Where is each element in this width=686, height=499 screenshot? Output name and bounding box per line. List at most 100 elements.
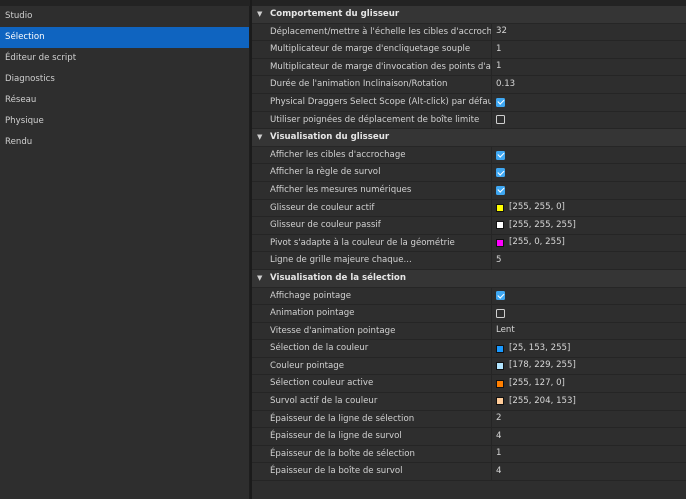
sidebar-item-editeur-de-script[interactable]: Éditeur de script [0,48,249,69]
color-swatch[interactable] [496,239,504,248]
setting-checkbox[interactable] [496,168,505,178]
setting-row-glisseur-de-couleur-passif: Glisseur de couleur passif [255, 255, 255… [252,217,686,235]
setting-row-deplacement-mettre-a-l-echelle-les-cible: Déplacement/mettre à l'échelle les cible… [252,23,686,42]
setting-value-field[interactable]: 0.13 [492,76,686,93]
setting-label: Animation pointage [252,305,492,322]
setting-value [492,164,686,181]
color-value: [255, 255, 0] [509,202,565,213]
sidebar-item-physique[interactable]: Physique [0,111,249,132]
setting-label: Déplacement/mettre à l'échelle les cible… [252,23,492,41]
setting-row-afficher-les-cibles-d-accrochage: Afficher les cibles d'accrochage [252,146,686,165]
sidebar-item-diagnostics[interactable]: Diagnostics [0,69,249,90]
setting-checkbox[interactable] [496,150,505,160]
color-value: [255, 204, 153] [509,395,576,406]
setting-value[interactable]: [255, 127, 0] [492,375,686,392]
setting-label: Physical Draggers Select Scope (Alt-clic… [252,93,492,111]
setting-row-epaisseur-de-la-ligne-de-selection: Épaisseur de la ligne de sélection 2 [252,410,686,429]
sidebar-item-rendu[interactable]: Rendu [0,132,249,153]
caret-down-icon[interactable]: ▼ [257,270,262,288]
setting-row-utiliser-poignees-de-deplacement-de-boit: Utiliser poignées de déplacement de boît… [252,111,686,130]
setting-value [492,288,686,305]
setting-value[interactable]: [255, 0, 255] [492,235,686,252]
setting-value-field[interactable]: 1 [492,41,686,58]
color-swatch[interactable] [496,344,504,353]
setting-label: Épaisseur de la ligne de survol [252,428,492,445]
setting-value [492,147,686,164]
setting-row-selection-couleur-active: Sélection couleur active [255, 127, 0] [252,375,686,394]
setting-label: Afficher les mesures numériques [252,181,492,199]
setting-value-field[interactable]: 1 [492,446,686,463]
setting-label: Épaisseur de la boîte de sélection [252,445,492,463]
color-swatch[interactable] [496,362,504,371]
setting-label: Couleur pointage [252,357,492,375]
setting-label: Multiplicateur de marge d'encliquetage s… [252,41,492,58]
setting-row-afficher-les-mesures-numeriques: Afficher les mesures numériques [252,181,686,200]
settings-sidebar: Studio Sélection Éditeur de script Diagnost… [0,6,250,499]
setting-row-ligne-de-grille-majeure-chaque: Ligne de grille majeure chaque... 5 [252,252,686,270]
setting-label: Utiliser poignées de déplacement de boît… [252,111,492,129]
setting-row-multiplicateur-de-marge-d-invocation-des: Multiplicateur de marge d'invocation des… [252,58,686,77]
setting-label: Multiplicateur de marge d'invocation des… [252,58,492,76]
setting-label: Afficher les cibles d'accrochage [252,146,492,164]
setting-label: Survol actif de la couleur [252,393,492,410]
setting-checkbox[interactable] [496,291,505,301]
setting-value [492,112,686,129]
setting-row-epaisseur-de-la-boite-de-selection: Épaisseur de la boîte de sélection 1 [252,445,686,464]
caret-down-icon[interactable]: ▼ [257,6,262,24]
color-swatch[interactable] [496,397,504,406]
setting-checkbox[interactable] [496,115,505,125]
setting-label: Glisseur de couleur passif [252,217,492,234]
setting-value-field[interactable]: 32 [492,24,686,41]
setting-row-vitesse-d-animation-pointage: Vitesse d'animation pointage Lent [252,322,686,341]
setting-row-epaisseur-de-la-ligne-de-survol: Épaisseur de la ligne de survol 4 [252,428,686,446]
sidebar-item-studio[interactable]: Studio [0,6,249,27]
setting-row-duree-de-l-animation-inclinaison-rotatio: Durée de l'animation Inclinaison/Rotatio… [252,76,686,94]
setting-label: Sélection de la couleur [252,340,492,357]
setting-value [492,182,686,199]
color-value: [255, 0, 255] [509,237,565,248]
setting-label: Vitesse d'animation pointage [252,322,492,340]
sidebar-item-reseau[interactable]: Réseau [0,90,249,111]
color-swatch[interactable] [496,221,504,230]
setting-value[interactable]: [255, 204, 153] [492,393,686,410]
setting-value-field[interactable]: Lent [492,323,686,340]
setting-row-glisseur-de-couleur-actif: Glisseur de couleur actif [255, 255, 0] [252,199,686,218]
setting-row-afficher-la-regle-de-survol: Afficher la règle de survol [252,164,686,182]
setting-label: Sélection couleur active [252,375,492,393]
setting-checkbox[interactable] [496,185,505,195]
section-header-visualisation-de-la-selection[interactable]: ▼ Visualisation de la sélection [252,269,686,288]
color-swatch[interactable] [496,203,504,212]
setting-label: Glisseur de couleur actif [252,199,492,217]
section-header-comportement-du-glisseur[interactable]: ▼ Comportement du glisseur [252,6,686,24]
section-title: Visualisation de la sélection [270,272,406,283]
setting-row-pivot-s-adapte-a-la-couleur-de-la-geomet: Pivot s'adapte à la couleur de la géomét… [252,234,686,253]
setting-checkbox[interactable] [496,97,505,107]
setting-row-epaisseur-de-la-boite-de-survol: Épaisseur de la boîte de survol 4 [252,463,686,482]
section-title: Comportement du glisseur [270,9,400,19]
color-value: [255, 127, 0] [509,377,565,388]
setting-value-field[interactable]: 1 [492,59,686,76]
setting-value[interactable]: [255, 255, 255] [492,217,686,234]
settings-panel: ▼ Comportement du glisseur Déplacement/met… [252,6,686,499]
color-swatch[interactable] [496,379,504,388]
section-title: Visualisation du glisseur [270,132,390,143]
color-value: [25, 153, 255] [509,342,571,353]
section-header-visualisation-du-glisseur[interactable]: ▼ Visualisation du glisseur [252,129,686,147]
setting-label: Ligne de grille majeure chaque... [252,252,492,269]
setting-checkbox[interactable] [496,308,505,318]
color-value: [178, 229, 255] [509,360,576,371]
setting-value-field[interactable]: 5 [492,252,686,269]
setting-row-affichage-pointage: Affichage pointage [252,287,686,306]
setting-label: Pivot s'adapte à la couleur de la géomét… [252,234,492,252]
setting-value-field[interactable]: 4 [492,428,686,445]
setting-value[interactable]: [25, 153, 255] [492,340,686,357]
sidebar-item-selection[interactable]: Sélection [0,27,249,48]
setting-value[interactable]: [255, 255, 0] [492,200,686,217]
setting-value [492,94,686,111]
setting-row-physical-draggers-select-scope-alt-click: Physical Draggers Select Scope (Alt-clic… [252,93,686,112]
setting-label: Afficher la règle de survol [252,164,492,181]
setting-value[interactable]: [178, 229, 255] [492,358,686,375]
setting-value-field[interactable]: 2 [492,411,686,428]
caret-down-icon[interactable]: ▼ [257,129,262,147]
setting-value-field[interactable]: 4 [492,463,686,480]
